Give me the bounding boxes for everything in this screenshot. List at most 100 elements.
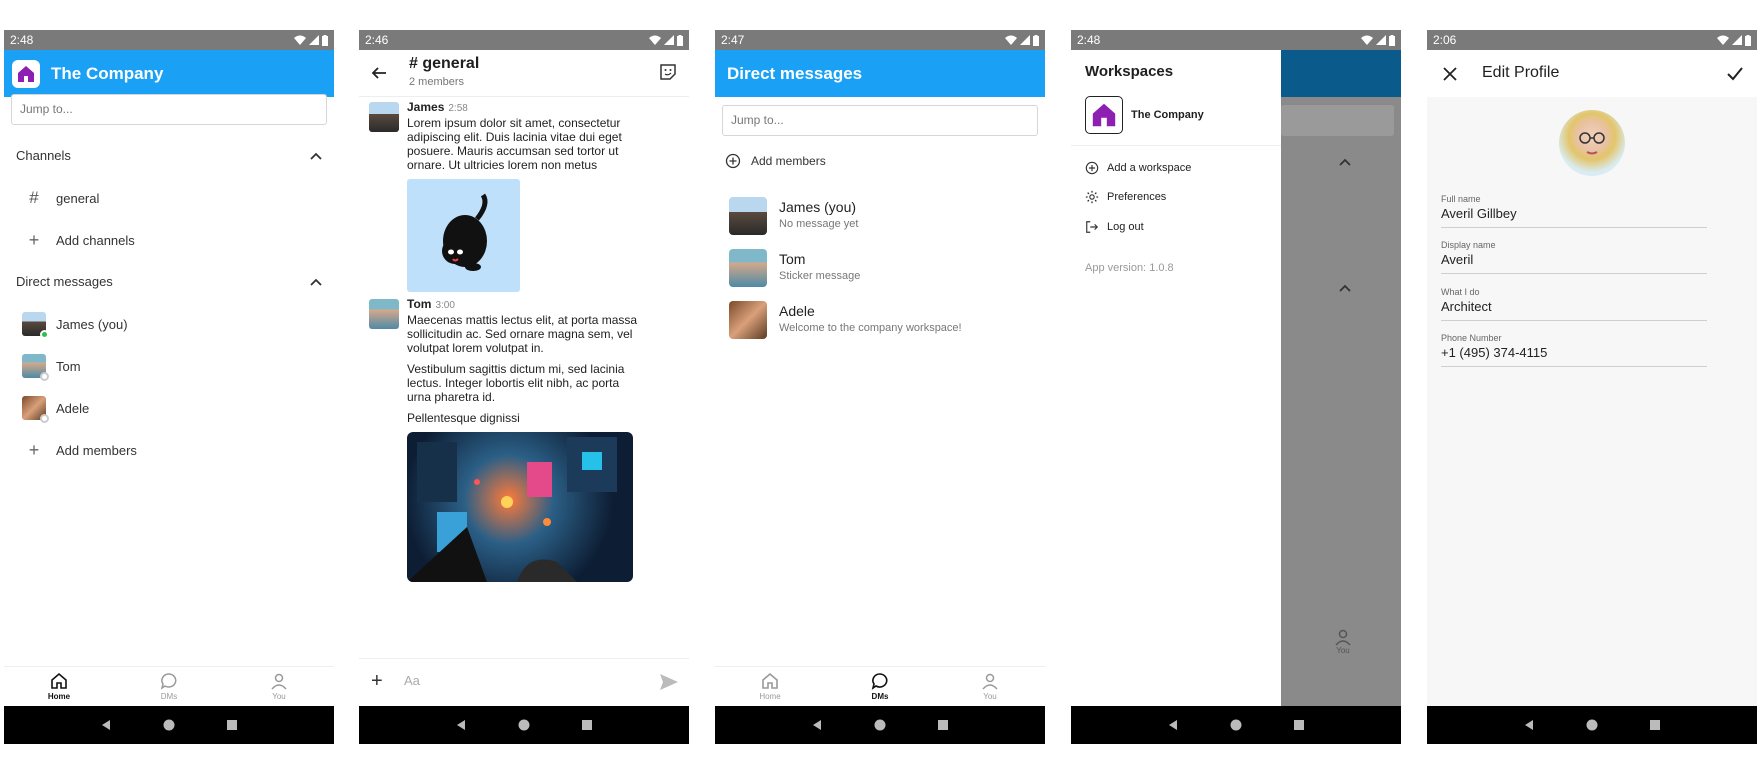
status-bar: 2:46 xyxy=(359,30,689,50)
status-time: 2:06 xyxy=(1433,33,1457,47)
back-triangle-icon[interactable] xyxy=(100,719,112,731)
add-channels-label: Add channels xyxy=(56,232,135,248)
bottom-navigation: Home DMs You xyxy=(715,666,1045,706)
nav-home[interactable]: Home xyxy=(19,672,99,701)
dm-name: James (you) xyxy=(779,199,857,215)
back-triangle-icon[interactable] xyxy=(455,719,467,731)
display-name-field[interactable]: Display name Averil xyxy=(1441,238,1707,274)
dm-name: Tom xyxy=(779,251,806,267)
message-time: 3:00 xyxy=(435,300,455,311)
what-i-do-field[interactable]: What I do Architect xyxy=(1441,285,1707,321)
home-circle-icon[interactable] xyxy=(518,719,530,731)
workspace-item-the-company[interactable]: The Company xyxy=(1085,96,1275,134)
profile-avatar[interactable] xyxy=(1559,110,1625,176)
nav-you[interactable]: You xyxy=(239,672,319,701)
recents-square-icon[interactable] xyxy=(937,719,949,731)
dm-conversation-tom[interactable]: Tom Sticker message xyxy=(729,249,1029,289)
add-circle-icon xyxy=(725,153,741,169)
battery-icon xyxy=(1745,34,1751,46)
dimmed-background[interactable]: You xyxy=(1281,50,1401,706)
nav-you-label: You xyxy=(1336,646,1350,655)
status-time: 2:48 xyxy=(1077,33,1101,47)
dm-label: Adele xyxy=(56,400,90,416)
signal-icon xyxy=(309,35,319,45)
add-members-button[interactable]: + Add members xyxy=(12,433,322,467)
nav-home[interactable]: Home xyxy=(730,672,810,701)
send-icon[interactable] xyxy=(659,673,679,691)
plus-icon: + xyxy=(28,439,40,460)
home-circle-icon[interactable] xyxy=(1230,719,1242,731)
nav-you-label: You xyxy=(272,692,286,701)
workspace-logo xyxy=(1085,96,1123,134)
dm-item-james[interactable]: James (you) xyxy=(12,307,322,341)
message-composer: + Aa xyxy=(359,658,689,706)
wifi-icon xyxy=(294,35,306,45)
wifi-icon xyxy=(1005,35,1017,45)
nav-you-label: You xyxy=(983,692,997,701)
message-author: Tom xyxy=(407,297,432,311)
back-triangle-icon[interactable] xyxy=(811,719,823,731)
nav-dms[interactable]: DMs xyxy=(840,672,920,701)
avatar xyxy=(729,249,767,287)
close-icon[interactable] xyxy=(1443,67,1457,81)
jump-to-input[interactable]: Jump to... xyxy=(722,105,1038,136)
preferences-button[interactable]: Preferences xyxy=(1085,185,1275,209)
dm-section-header[interactable]: Direct messages xyxy=(16,274,322,289)
dm-conversation-adele[interactable]: Adele Welcome to the company workspace! xyxy=(729,301,1029,341)
wifi-icon xyxy=(649,35,661,45)
home-icon xyxy=(762,672,778,689)
system-nav-bar xyxy=(1071,706,1401,744)
back-triangle-icon[interactable] xyxy=(1523,719,1535,731)
status-bar: 2:48 xyxy=(1071,30,1401,50)
add-channels-button[interactable]: + Add channels xyxy=(12,223,322,257)
message-james: James 2:58 Lorem ipsum dolor sit amet, co… xyxy=(369,100,679,292)
nav-dms[interactable]: DMs xyxy=(129,672,209,701)
status-bar: 2:48 xyxy=(4,30,334,50)
channels-section-header[interactable]: Channels xyxy=(16,148,322,163)
city-photo[interactable] xyxy=(407,432,633,582)
add-members-button[interactable]: Add members xyxy=(725,144,1035,178)
recents-square-icon[interactable] xyxy=(1293,719,1305,731)
battery-icon xyxy=(1033,34,1039,46)
full-name-field[interactable]: Full name Averil Gillbey xyxy=(1441,192,1707,228)
home-circle-icon[interactable] xyxy=(163,719,175,731)
sticker-icon[interactable] xyxy=(659,63,677,81)
dm-item-adele[interactable]: Adele xyxy=(12,391,322,425)
avatar xyxy=(729,301,767,339)
message-time: 2:58 xyxy=(448,103,468,114)
add-circle-icon xyxy=(1085,161,1099,175)
log-out-button[interactable]: Log out xyxy=(1085,215,1275,239)
status-bar: 2:06 xyxy=(1427,30,1757,50)
message-text: Lorem ipsum dolor sit amet, consectetur … xyxy=(407,116,622,172)
add-workspace-button[interactable]: Add a workspace xyxy=(1085,156,1275,180)
back-triangle-icon[interactable] xyxy=(1167,719,1179,731)
recents-square-icon[interactable] xyxy=(226,719,238,731)
channel-item-general[interactable]: # general xyxy=(12,181,322,215)
sticker-image[interactable] xyxy=(407,179,520,292)
home-circle-icon[interactable] xyxy=(1586,719,1598,731)
battery-icon xyxy=(677,34,683,46)
dm-preview: Welcome to the company workspace! xyxy=(779,322,962,334)
workspace-logo[interactable] xyxy=(12,59,40,88)
system-nav-bar xyxy=(1427,706,1757,744)
home-icon xyxy=(51,672,67,689)
checkmark-icon[interactable] xyxy=(1727,67,1743,81)
system-nav-bar xyxy=(4,706,334,744)
phone-number-field[interactable]: Phone Number +1 (495) 374-4115 xyxy=(1441,331,1707,367)
dm-conversation-james[interactable]: James (you) No message yet xyxy=(729,197,1029,237)
plus-icon[interactable]: + xyxy=(371,670,383,693)
preferences-label: Preferences xyxy=(1107,191,1167,203)
recents-square-icon[interactable] xyxy=(581,719,593,731)
drawer-title: Workspaces xyxy=(1085,63,1174,80)
wifi-icon xyxy=(1717,35,1729,45)
jump-to-input[interactable]: Jump to... xyxy=(11,94,327,125)
dimmed-jump-field xyxy=(1281,105,1394,136)
signal-icon xyxy=(1376,35,1386,45)
home-circle-icon[interactable] xyxy=(874,719,886,731)
message-input[interactable]: Aa xyxy=(404,673,624,688)
back-arrow-icon[interactable] xyxy=(371,65,387,81)
chat-bubble-icon xyxy=(871,673,888,690)
dm-item-tom[interactable]: Tom xyxy=(12,349,322,383)
recents-square-icon[interactable] xyxy=(1649,719,1661,731)
nav-you[interactable]: You xyxy=(950,672,1030,701)
